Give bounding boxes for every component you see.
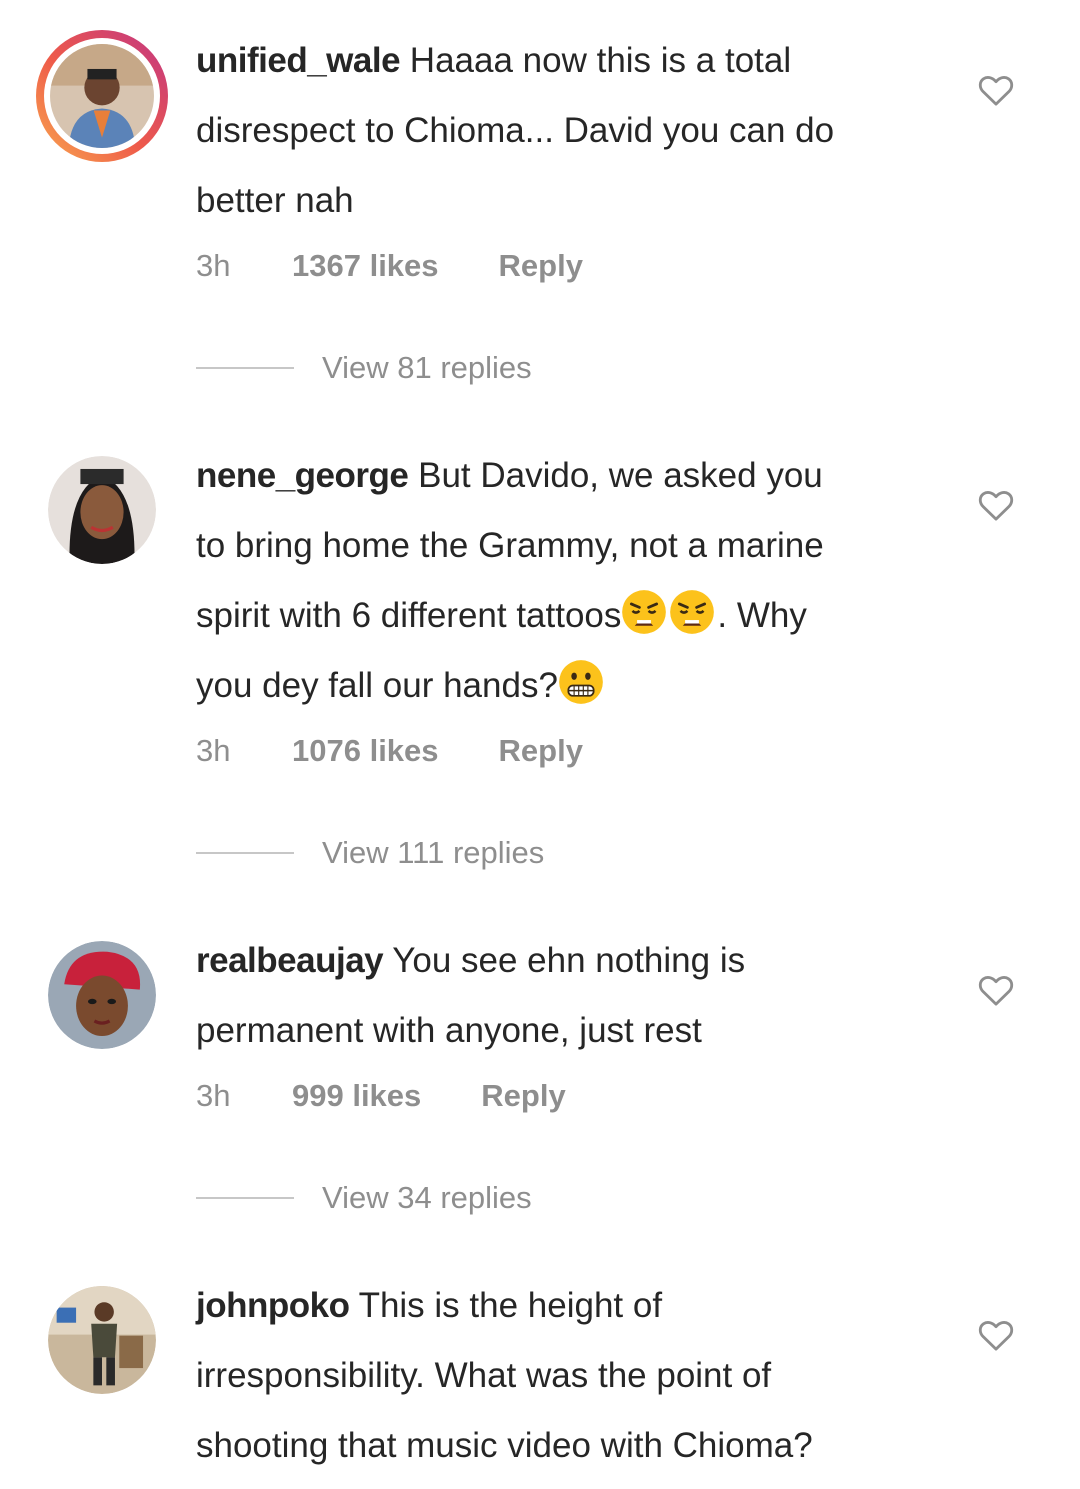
view-replies-button[interactable]: View 81 replies — [196, 350, 532, 386]
comment-line: permanent with anyone, just rest — [196, 1011, 702, 1050]
avatar[interactable] — [48, 1286, 156, 1394]
comment-line: you dey fall our hands? — [196, 666, 558, 705]
avatar[interactable] — [48, 941, 156, 1049]
comment-line: shooting that music video with Chioma? — [196, 1426, 813, 1465]
reply-button[interactable]: Reply — [481, 1078, 565, 1114]
comment-line: spirit with 6 different tattoos — [196, 596, 622, 635]
comment-meta: 3h 1367 likes Reply — [196, 248, 583, 284]
view-replies-label: View 81 replies — [322, 350, 532, 385]
divider-line — [196, 852, 294, 854]
comment-text: realbeaujay You see ehn nothing is perma… — [196, 926, 956, 1066]
comment-meta: 3h 999 likes Reply — [196, 1078, 566, 1114]
timestamp: 3h — [196, 733, 231, 768]
comment-text: unified_wale Haaaa now this is a total d… — [196, 26, 956, 236]
weary-face-emoji — [622, 590, 667, 634]
view-replies-label: View 34 replies — [322, 1180, 532, 1215]
profile-photo — [50, 44, 154, 148]
view-replies-label: View 111 replies — [322, 835, 545, 870]
divider-line — [196, 1197, 294, 1199]
heart-outline-icon[interactable] — [976, 1315, 1016, 1355]
divider-line — [196, 367, 294, 369]
profile-photo — [48, 456, 156, 564]
timestamp: 3h — [196, 1078, 231, 1113]
comment-line: But Davido, we asked you — [418, 456, 823, 495]
likes-count[interactable]: 999 likes — [292, 1078, 421, 1114]
username[interactable]: unified_wale — [196, 41, 401, 80]
comment-line: better nah — [196, 181, 354, 220]
view-replies-button[interactable]: View 34 replies — [196, 1180, 532, 1216]
avatar[interactable] — [36, 30, 168, 162]
view-replies-button[interactable]: View 111 replies — [196, 835, 544, 871]
profile-photo — [48, 941, 156, 1049]
avatar[interactable] — [48, 456, 156, 564]
comment-text: nene_george But Davido, we asked you to … — [196, 441, 956, 721]
comment-line: . Why — [717, 596, 807, 635]
comment-line: to bring home the Grammy, not a marine — [196, 526, 824, 565]
comment-line: You see ehn nothing is — [392, 941, 746, 980]
comment-line: Haaaa now this is a total — [409, 41, 792, 80]
heart-outline-icon[interactable] — [976, 485, 1016, 525]
username[interactable]: johnpoko — [196, 1286, 350, 1325]
comment-text: johnpoko This is the height of irrespons… — [196, 1271, 956, 1481]
comment-meta: 3h 1076 likes Reply — [196, 733, 583, 769]
weary-face-emoji — [670, 590, 715, 634]
heart-outline-icon[interactable] — [976, 970, 1016, 1010]
likes-count[interactable]: 1367 likes — [292, 248, 439, 284]
comment-line: disrespect to Chioma... David you can do — [196, 111, 835, 150]
username[interactable]: nene_george — [196, 456, 409, 495]
comment-line: This is the height of — [358, 1286, 663, 1325]
timestamp: 3h — [196, 248, 231, 283]
username[interactable]: realbeaujay — [196, 941, 384, 980]
grimacing-face-emoji — [559, 660, 603, 704]
heart-outline-icon[interactable] — [976, 70, 1016, 110]
profile-photo — [48, 1286, 156, 1394]
comment-line: irresponsibility. What was the point of — [196, 1356, 772, 1395]
reply-button[interactable]: Reply — [499, 733, 583, 769]
likes-count[interactable]: 1076 likes — [292, 733, 439, 769]
reply-button[interactable]: Reply — [499, 248, 583, 284]
